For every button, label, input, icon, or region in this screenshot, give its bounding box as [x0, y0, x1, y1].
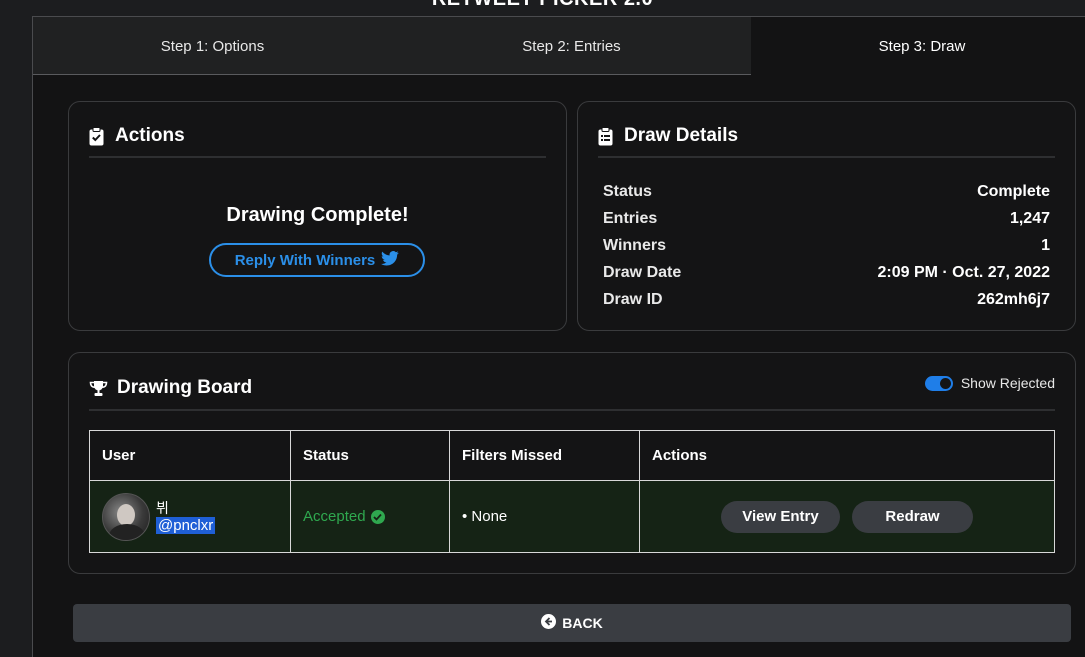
clipboard-list-icon — [598, 126, 616, 146]
detail-row-draw-id: Draw ID 262mh6j7 — [603, 286, 1050, 313]
detail-label: Status — [603, 182, 652, 200]
view-entry-button[interactable]: View Entry — [721, 500, 840, 533]
draw-details-title: Draw Details — [624, 125, 739, 146]
column-header-user: User — [89, 430, 291, 481]
reply-button-label: Reply With Winners — [234, 251, 376, 269]
user-cell: 뷔 @pnclxr — [89, 480, 291, 553]
detail-label: Draw ID — [603, 290, 663, 308]
detail-label: Entries — [603, 209, 658, 227]
detail-value: 1,247 — [1009, 209, 1050, 227]
column-header-status: Status — [290, 430, 450, 481]
column-header-actions: Actions — [639, 430, 1055, 481]
step-tabs: Step 1: Options Step 2: Entries Step 3: … — [33, 17, 1085, 75]
actions-title: Actions — [115, 125, 185, 146]
trophy-icon — [89, 378, 109, 398]
status-text: Accepted — [303, 508, 366, 525]
avatar[interactable] — [102, 492, 150, 541]
entries-table: User Status Filters Missed Actions 뷔 @pn… — [89, 430, 1055, 553]
detail-value: 2:09 PM · Oct. 27, 2022 — [877, 263, 1050, 281]
check-circle-icon — [370, 509, 385, 524]
page-title: RETWEET PICKER 2.0 — [0, 0, 1085, 11]
tab-step-2-entries[interactable]: Step 2: Entries — [392, 17, 751, 75]
actions-card: Actions Drawing Complete! Reply With Win… — [68, 101, 567, 331]
table-header-row: User Status Filters Missed Actions — [89, 430, 1055, 481]
show-rejected-toggle[interactable] — [924, 375, 953, 391]
drawing-board-card: Drawing Board Show Rejected User Status … — [68, 352, 1076, 574]
clipboard-check-icon — [89, 126, 107, 146]
status-cell: Accepted — [290, 480, 450, 553]
table-row: 뷔 @pnclxr Accepted • None View Entry Red… — [89, 480, 1055, 553]
drawing-complete-heading: Drawing Complete! — [226, 204, 409, 226]
detail-row-entries: Entries 1,247 — [603, 205, 1050, 232]
drawing-board-header: Drawing Board — [89, 369, 1055, 411]
detail-row-draw-date: Draw Date 2:09 PM · Oct. 27, 2022 — [603, 259, 1050, 286]
filters-missed-cell: • None — [449, 480, 640, 553]
draw-details-list: Status Complete Entries 1,247 Winners 1 Dra… — [603, 178, 1050, 313]
show-rejected-label: Show Rejected — [960, 375, 1055, 391]
detail-label: Draw Date — [603, 263, 682, 281]
detail-value: 1 — [1041, 236, 1050, 254]
redraw-button[interactable]: Redraw — [852, 500, 973, 533]
status-badge: Accepted — [303, 508, 449, 525]
reply-with-winners-button[interactable]: Reply With Winners — [209, 243, 425, 277]
drawing-board-title: Drawing Board — [117, 377, 253, 398]
draw-details-header: Draw Details — [598, 118, 1055, 158]
user-display-name: 뷔 — [156, 500, 169, 516]
detail-value: 262mh6j7 — [977, 290, 1050, 308]
back-button[interactable]: BACK — [73, 604, 1071, 642]
tab-step-1-options[interactable]: Step 1: Options — [33, 17, 392, 75]
detail-label: Winners — [603, 236, 666, 254]
column-header-filters-missed: Filters Missed — [449, 430, 640, 481]
detail-row-status: Status Complete — [603, 178, 1050, 205]
detail-value: Complete — [977, 182, 1050, 200]
main-panel: Step 1: Options Step 2: Entries Step 3: … — [32, 16, 1085, 657]
user-handle-link[interactable]: @pnclxr — [156, 517, 216, 534]
actions-cell: View Entry Redraw — [639, 480, 1055, 553]
arrow-left-circle-icon — [541, 614, 557, 632]
actions-card-header: Actions — [89, 118, 546, 158]
twitter-bird-icon — [381, 250, 399, 270]
show-rejected-control: Show Rejected — [924, 375, 1055, 391]
back-label: BACK — [562, 615, 603, 631]
detail-row-winners: Winners 1 — [603, 232, 1050, 259]
tab-step-3-draw[interactable]: Step 3: Draw — [751, 17, 1085, 75]
draw-details-card: Draw Details Status Complete Entries 1,247… — [577, 101, 1076, 331]
